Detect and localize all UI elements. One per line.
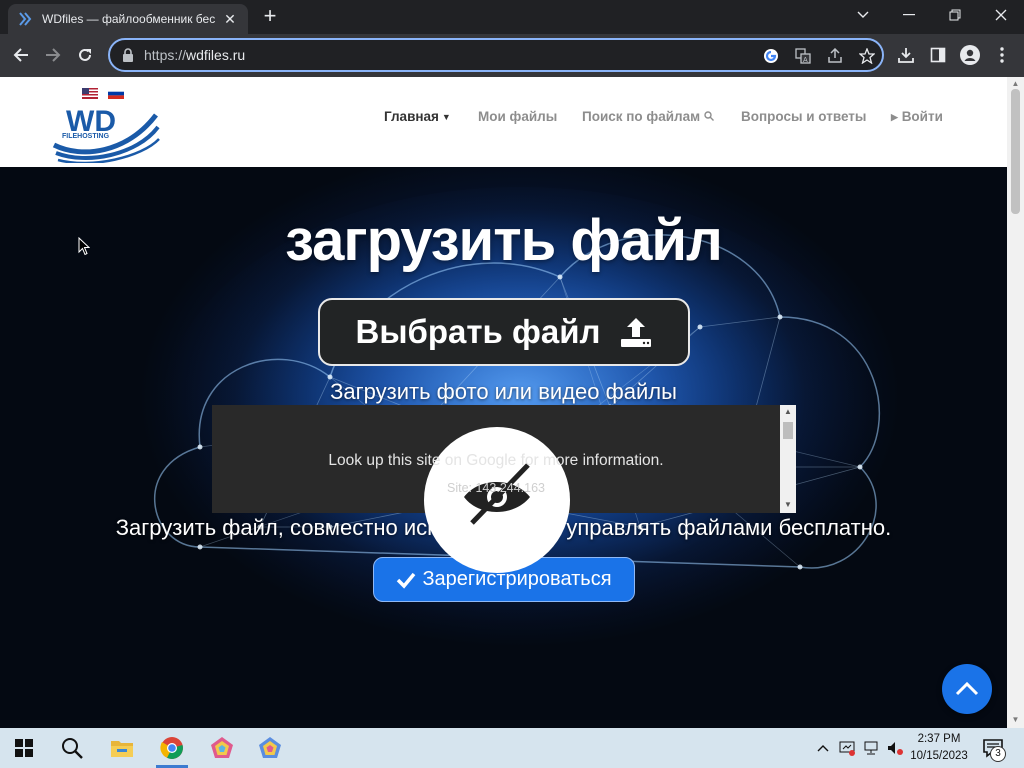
popup-site-address: Site: 143.244.163 <box>447 481 545 495</box>
window-minimize-button[interactable] <box>886 0 932 30</box>
pentagon-app-icon[interactable] <box>198 728 246 768</box>
popup-scrollbar[interactable]: ▲ ▼ <box>780 405 796 513</box>
browser-tab-active[interactable]: WDfiles — файлообменник бес ✕ <box>8 4 248 34</box>
page-scrollbar[interactable]: ▲ ▼ <box>1007 77 1024 728</box>
url-scheme: https:// <box>144 47 187 63</box>
nav-faq-label: Вопросы и ответы <box>741 109 867 124</box>
nav-login[interactable]: ▶ Войти <box>891 109 943 124</box>
site-header: WD FILEHOSTING Главная ▼ Мои файлы Поиск … <box>0 77 1007 167</box>
address-bar[interactable]: https://wdfiles.ru A <box>108 38 884 72</box>
choose-file-label: Выбрать файл <box>355 313 601 350</box>
window-restore-button[interactable] <box>932 0 978 30</box>
checkmark-icon <box>396 570 416 590</box>
page-scroll-down-icon[interactable]: ▼ <box>1011 715 1020 724</box>
forward-button[interactable] <box>38 40 68 70</box>
nav-home[interactable]: Главная ▼ <box>384 109 451 124</box>
page-scroll-up-icon[interactable]: ▲ <box>1011 79 1020 88</box>
url-text[interactable]: https://wdfiles.ru <box>144 47 245 63</box>
translate-icon[interactable]: A <box>794 47 812 65</box>
site-favicon-icon <box>18 11 34 27</box>
network-icon[interactable] <box>862 739 880 757</box>
downloads-icon[interactable] <box>895 44 917 66</box>
hero-title: загрузить файл <box>285 208 723 273</box>
caret-right-icon: ▶ <box>891 112 898 122</box>
nav-home-label: Главная <box>384 109 439 124</box>
choose-file-button[interactable]: Выбрать файл <box>318 298 690 366</box>
popup-scroll-thumb[interactable] <box>783 422 793 439</box>
share-icon[interactable] <box>826 47 844 65</box>
scroll-up-icon[interactable]: ▲ <box>780 407 796 416</box>
page-viewport: WD FILEHOSTING Главная ▼ Мои файлы Поиск … <box>0 77 1007 728</box>
profile-avatar-icon[interactable] <box>959 44 981 66</box>
windows-start-icon[interactable] <box>0 728 48 768</box>
lock-icon[interactable] <box>122 48 134 62</box>
tab-search-chevron-icon[interactable] <box>840 0 886 30</box>
back-button[interactable] <box>6 40 36 70</box>
side-panel-icon[interactable] <box>927 44 949 66</box>
tray-chevron-up-icon[interactable] <box>814 739 832 757</box>
url-host: wdfiles.ru <box>186 47 246 63</box>
hero-subtitle: Загрузить фото или видео файлы <box>330 379 677 404</box>
tray-app-icon[interactable] <box>838 739 856 757</box>
tab-close-icon[interactable]: ✕ <box>222 11 238 28</box>
taskbar-chrome-icon[interactable] <box>148 728 196 768</box>
nav-my-files-label: Мои файлы <box>478 109 558 124</box>
search-icon <box>704 109 714 124</box>
caret-down-icon: ▼ <box>441 112 451 122</box>
clock-date: 10/15/2023 <box>910 750 968 762</box>
tab-title: WDfiles — файлообменник бес <box>42 12 216 26</box>
site-logo[interactable]: WD FILEHOSTING <box>52 101 160 165</box>
new-tab-button[interactable]: + <box>258 5 282 29</box>
pentagon-app-2-icon[interactable] <box>246 728 294 768</box>
scroll-to-top-button[interactable] <box>942 664 992 714</box>
nav-my-files[interactable]: Мои файлы <box>478 109 557 124</box>
popup-message: Look up this site on Google for more inf… <box>328 452 664 469</box>
browser-menu-icon[interactable] <box>991 44 1013 66</box>
taskbar-search-icon[interactable] <box>48 728 96 768</box>
reload-button[interactable] <box>70 40 100 70</box>
flag-ru-icon[interactable] <box>108 86 124 99</box>
page-scroll-thumb[interactable] <box>1011 89 1020 214</box>
mouse-pointer-icon <box>78 237 90 256</box>
taskbar-clock[interactable]: 2:37 PM 10/15/2023 <box>906 731 972 765</box>
window-close-button[interactable] <box>978 0 1024 30</box>
nav-file-search-label: Поиск по файлам <box>582 109 701 124</box>
nav-file-search[interactable]: Поиск по файлам <box>582 109 714 124</box>
bookmark-star-icon[interactable] <box>858 47 876 65</box>
site-info-popup: Look up this site on Google for more inf… <box>212 405 796 573</box>
nav-faq[interactable]: Вопросы и ответы <box>741 109 866 124</box>
google-lens-icon[interactable] <box>762 47 780 65</box>
notification-count-badge: 3 <box>990 746 1006 762</box>
nav-login-label: Войти <box>901 109 943 124</box>
browser-tab-bar: WDfiles — файлообменник бес ✕ + <box>0 0 1024 34</box>
windows-taskbar: 2:37 PM 10/15/2023 <box>0 728 1024 768</box>
volume-muted-icon[interactable] <box>886 739 904 757</box>
flag-en-icon[interactable] <box>82 86 98 99</box>
svg-text:FILEHOSTING: FILEHOSTING <box>62 133 110 140</box>
file-explorer-icon[interactable] <box>98 728 146 768</box>
scroll-down-icon[interactable]: ▼ <box>780 500 796 509</box>
upload-icon <box>619 315 653 349</box>
svg-text:A: A <box>803 57 808 64</box>
hidden-eye-icon <box>424 427 570 573</box>
clock-time: 2:37 PM <box>917 733 961 745</box>
